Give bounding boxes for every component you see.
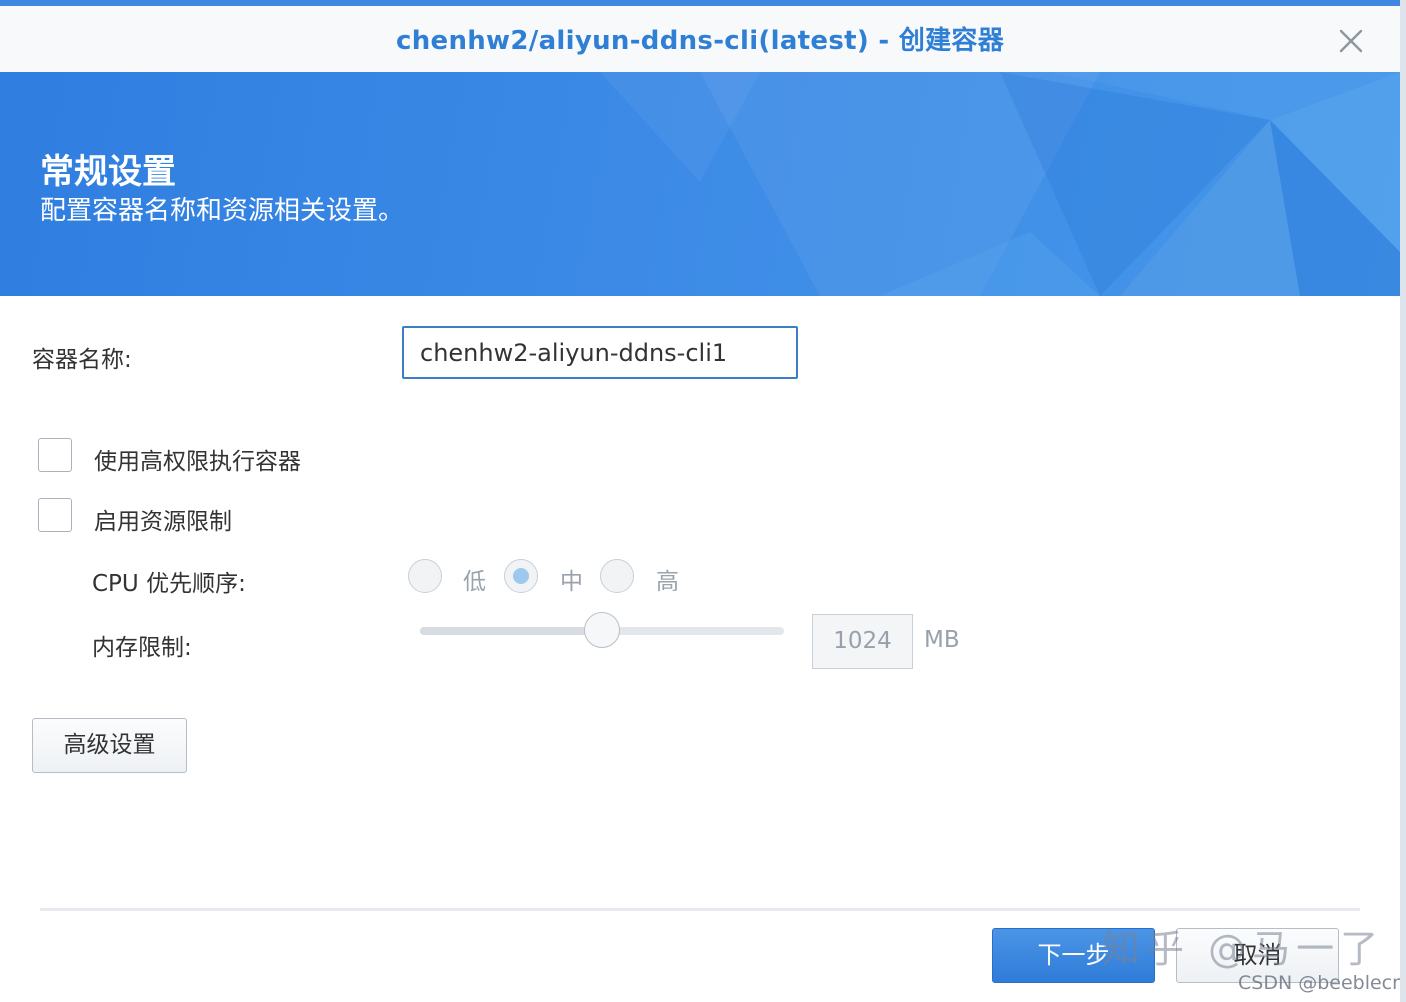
- container-name-input[interactable]: [402, 326, 798, 379]
- memory-slider-thumb[interactable]: [584, 612, 620, 648]
- resource-limit-checkbox[interactable]: [38, 498, 72, 532]
- create-container-dialog: chenhw2/aliyun-ddns-cli(latest) - 创建容器 常…: [0, 0, 1400, 1002]
- banner-subtitle: 配置容器名称和资源相关设置。: [40, 196, 405, 226]
- banner-title: 常规设置: [40, 152, 176, 192]
- memory-limit-unit: MB: [924, 627, 960, 653]
- footer-divider: [40, 908, 1360, 911]
- cancel-button[interactable]: 取消: [1176, 928, 1339, 983]
- privileged-checkbox[interactable]: [38, 438, 72, 472]
- close-icon[interactable]: [1336, 26, 1366, 56]
- cpu-priority-high-radio[interactable]: [600, 559, 634, 593]
- title-bar: chenhw2/aliyun-ddns-cli(latest) - 创建容器: [0, 6, 1400, 73]
- cpu-priority-low-label: 低: [463, 569, 486, 595]
- memory-slider-fill: [420, 627, 602, 635]
- memory-limit-label: 内存限制:: [92, 635, 192, 661]
- banner-decoration: [600, 72, 1400, 296]
- resource-limit-label: 启用资源限制: [94, 509, 232, 535]
- advanced-settings-button[interactable]: 高级设置: [32, 718, 187, 773]
- cpu-priority-medium-radio[interactable]: [504, 559, 538, 593]
- window-title: chenhw2/aliyun-ddns-cli(latest) - 创建容器: [395, 26, 1005, 56]
- privileged-label: 使用高权限执行容器: [94, 449, 301, 475]
- cpu-priority-medium-label: 中: [560, 569, 583, 595]
- cpu-priority-low-radio[interactable]: [408, 559, 442, 593]
- radio-selected-dot: [513, 568, 529, 584]
- container-name-label: 容器名称:: [32, 347, 132, 373]
- header-banner: 常规设置 配置容器名称和资源相关设置。: [0, 72, 1400, 296]
- cpu-priority-label: CPU 优先顺序:: [92, 571, 246, 597]
- cpu-priority-high-label: 高: [656, 569, 679, 595]
- next-button[interactable]: 下一步: [992, 928, 1155, 983]
- memory-limit-input[interactable]: 1024: [812, 614, 913, 669]
